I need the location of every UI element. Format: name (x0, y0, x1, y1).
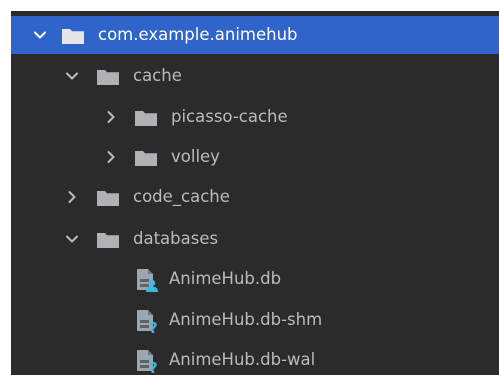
tree-item-label: volley (171, 147, 220, 166)
svg-text:?: ? (149, 359, 158, 373)
folder-icon (135, 110, 157, 126)
database-user-icon (135, 268, 158, 292)
tree-item-label: code_cache (133, 187, 230, 206)
tree-item-label: cache (133, 66, 182, 85)
tree-item-databases[interactable]: databases (11, 220, 499, 258)
database-unknown-icon: ? (135, 349, 158, 373)
folder-icon (62, 28, 84, 44)
tree-item-label: databases (133, 229, 219, 248)
tree-item-cache[interactable]: cache (11, 57, 499, 95)
chevron-right-icon[interactable] (103, 109, 119, 125)
tree-item-com-example-animehub[interactable]: com.example.animehub (11, 16, 499, 54)
database-unknown-icon: ? (135, 309, 158, 333)
folder-icon (97, 190, 119, 206)
tree-item-label: picasso-cache (171, 107, 288, 126)
tree-item-code-cache[interactable]: code_cache (11, 178, 499, 216)
tree-item-label: AnimeHub.db-wal (169, 350, 316, 369)
chevron-down-icon[interactable] (64, 231, 80, 247)
tree-item-label: com.example.animehub (98, 25, 298, 44)
tree-item-volley[interactable]: volley (11, 138, 499, 176)
chevron-down-icon[interactable] (32, 27, 48, 43)
tree-item-animehub-db[interactable]: AnimeHub.db (11, 260, 499, 298)
tree-item-label: AnimeHub.db (169, 269, 282, 288)
tree-item-animehub-db-shm[interactable]: ? AnimeHub.db-shm (11, 301, 499, 339)
chevron-right-icon[interactable] (64, 189, 80, 205)
project-tree-panel: com.example.animehub cache picasso-cache… (11, 11, 499, 375)
folder-icon (97, 69, 119, 85)
tree-item-label: AnimeHub.db-shm (169, 310, 323, 329)
chevron-right-icon[interactable] (103, 149, 119, 165)
chevron-down-icon[interactable] (64, 68, 80, 84)
svg-text:?: ? (149, 319, 158, 333)
folder-icon (97, 232, 119, 248)
folder-icon (135, 150, 157, 166)
tree-item-animehub-db-wal[interactable]: ? AnimeHub.db-wal (11, 341, 499, 375)
tree-item-picasso-cache[interactable]: picasso-cache (11, 98, 499, 136)
